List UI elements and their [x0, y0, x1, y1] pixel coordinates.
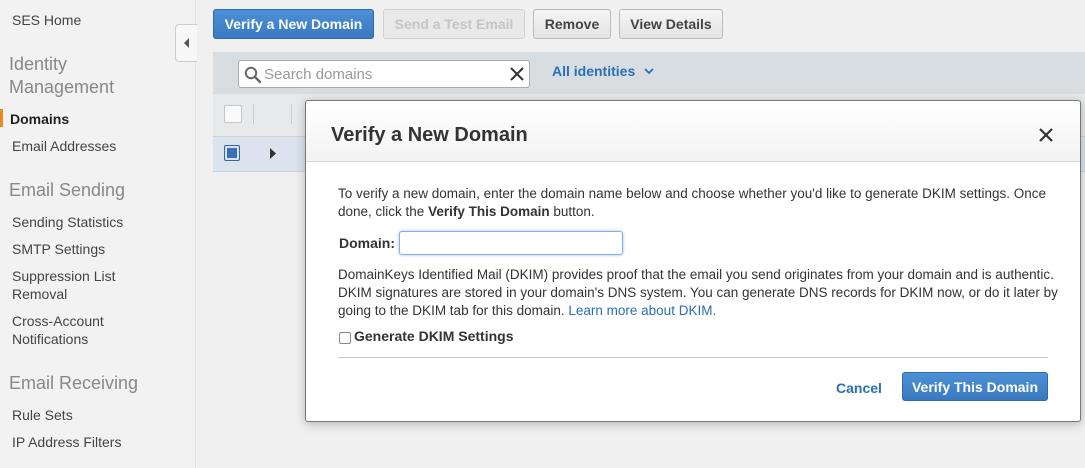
sidebar-item-domains[interactable]: Domains: [10, 110, 69, 128]
chevron-down-icon: [644, 68, 654, 74]
identity-filter-label: All identities: [552, 63, 636, 79]
chevron-left-icon: [183, 38, 189, 48]
sidebar-item-sending-statistics[interactable]: Sending Statistics: [12, 213, 123, 231]
sidebar-item-smtp-settings[interactable]: SMTP Settings: [12, 240, 105, 258]
identity-filter-dropdown[interactable]: All identities: [552, 63, 654, 79]
clear-search-icon[interactable]: [509, 66, 525, 82]
dialog-instructions: To verify a new domain, enter the domain…: [338, 185, 1058, 221]
search-input[interactable]: [264, 65, 504, 83]
search-icon: [244, 66, 262, 84]
verify-domain-dialog: Verify a New Domain To verify a new doma…: [305, 100, 1081, 422]
generate-dkim-checkbox[interactable]: [339, 332, 351, 344]
instructions-text-end: button.: [549, 204, 595, 219]
expand-row-icon[interactable]: [269, 148, 277, 159]
dialog-title: Verify a New Domain: [331, 124, 528, 146]
sidebar-heading-email-sending: Email Sending: [9, 180, 126, 200]
generate-dkim-label[interactable]: Generate DKIM Settings: [354, 328, 513, 344]
dkim-description: DomainKeys Identified Mail (DKIM) provid…: [338, 266, 1058, 320]
dialog-header: Verify a New Domain: [306, 101, 1080, 162]
learn-more-dkim-link[interactable]: Learn more about DKIM.: [568, 303, 716, 318]
search-box: [238, 60, 530, 88]
select-all-checkbox[interactable]: [224, 105, 242, 123]
sidebar: SES Home Identity Management Domains Ema…: [0, 0, 196, 468]
column-divider: [253, 104, 254, 124]
active-item-marker: [0, 109, 3, 127]
sidebar-collapse-button[interactable]: [175, 24, 197, 62]
remove-button[interactable]: Remove: [533, 9, 611, 39]
verify-new-domain-button[interactable]: Verify a New Domain: [213, 9, 374, 39]
column-divider: [291, 104, 292, 124]
view-details-button[interactable]: View Details: [619, 9, 723, 39]
instructions-button-name: Verify This Domain: [428, 204, 550, 219]
sidebar-item-ip-address-filters[interactable]: IP Address Filters: [12, 433, 121, 451]
dialog-divider: [338, 357, 1048, 358]
send-test-email-button[interactable]: Send a Test Email: [383, 9, 525, 39]
domain-label: Domain:: [339, 235, 395, 251]
domain-input[interactable]: [399, 231, 623, 255]
sidebar-item-ses-home[interactable]: SES Home: [12, 11, 81, 29]
close-icon[interactable]: [1038, 127, 1054, 143]
cancel-button[interactable]: Cancel: [836, 380, 882, 396]
sidebar-item-cross-account-notifications[interactable]: Cross-Account Notifications: [12, 312, 132, 348]
sidebar-item-email-addresses[interactable]: Email Addresses: [12, 137, 116, 155]
sidebar-heading-email-receiving: Email Receiving: [9, 373, 139, 393]
sidebar-item-rule-sets[interactable]: Rule Sets: [12, 406, 73, 424]
sidebar-heading-identity-management: Identity Management: [9, 54, 115, 97]
sidebar-item-suppression-list-removal[interactable]: Suppression List Removal: [12, 267, 132, 303]
row-checkbox[interactable]: [224, 145, 240, 161]
verify-this-domain-button[interactable]: Verify This Domain: [902, 372, 1048, 401]
